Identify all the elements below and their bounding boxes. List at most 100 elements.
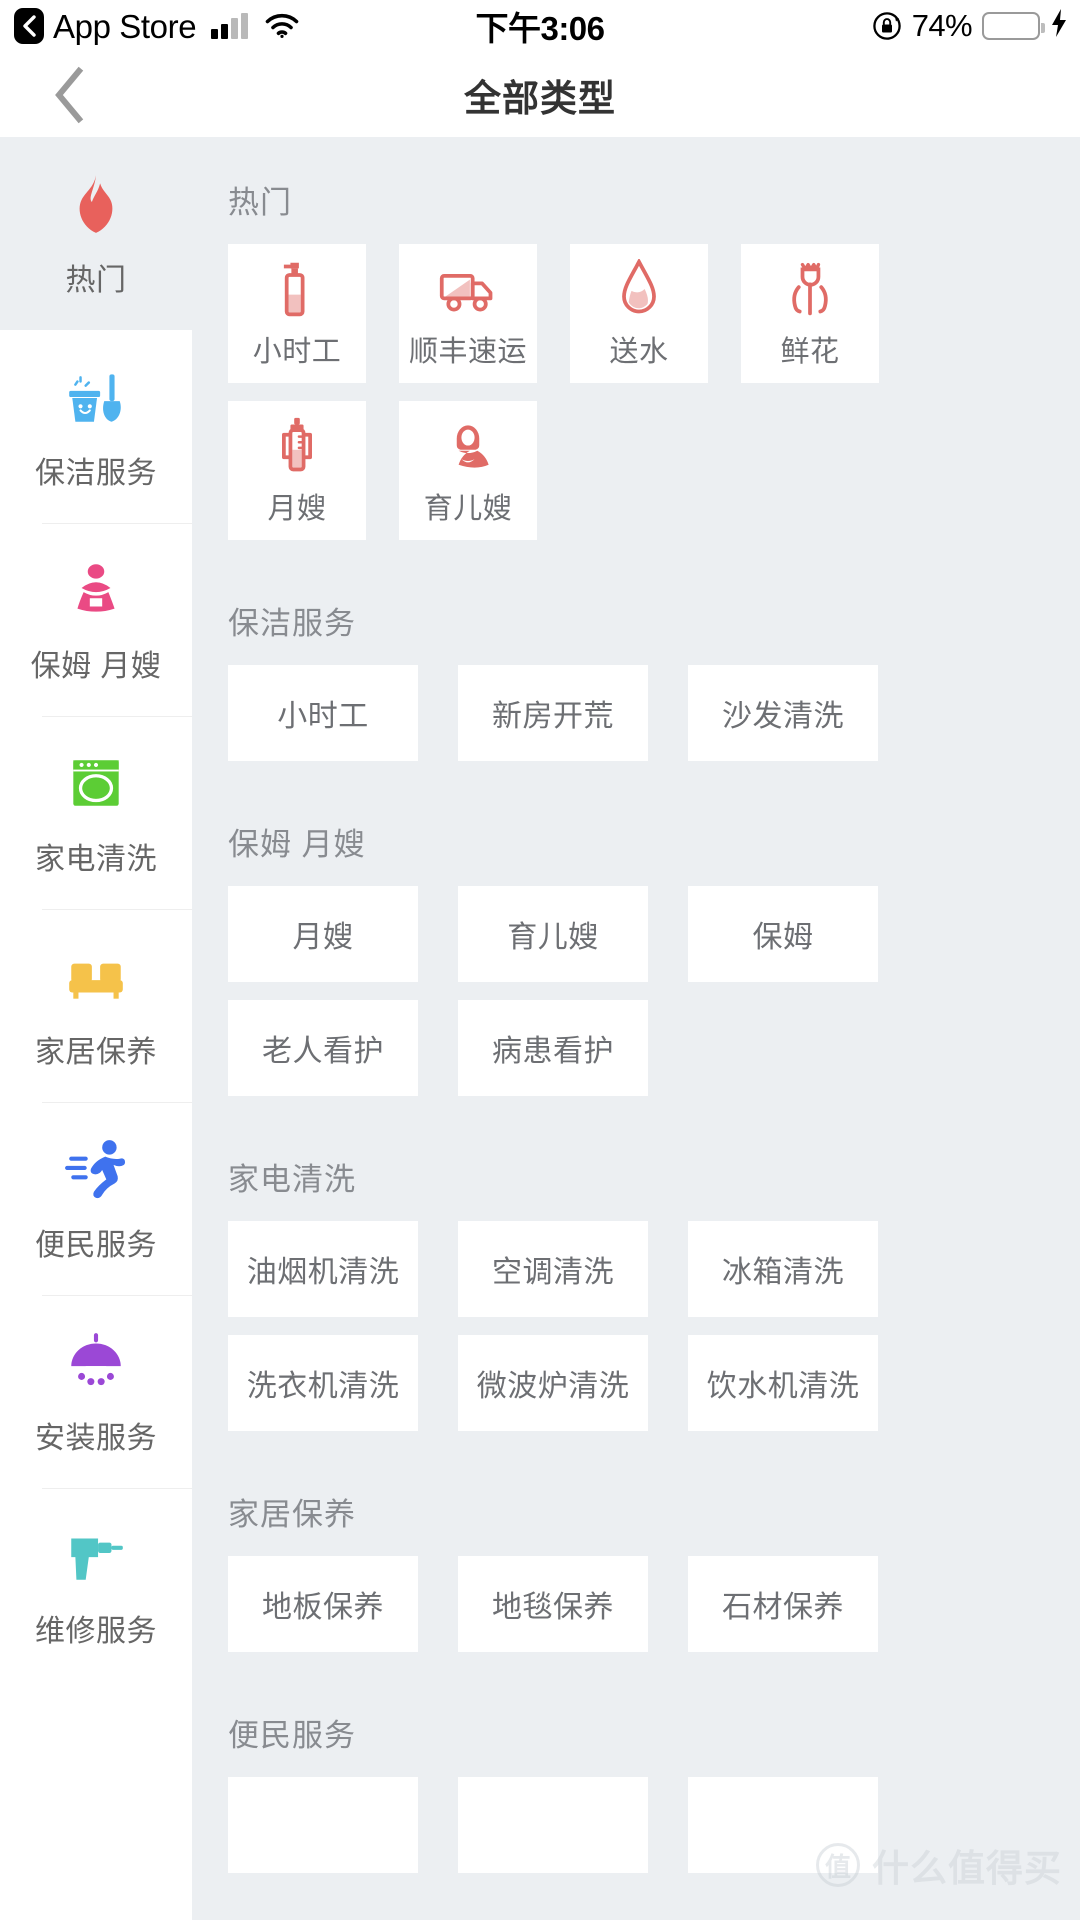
status-bar: 下午3:06 App Store 74% [0,0,1080,52]
category-card[interactable]: 饮水机清洗 [688,1335,878,1431]
category-card[interactable]: 顺丰速运 [399,244,537,383]
wifi-icon [265,13,299,39]
sidebar-item-label: 保洁服务 [35,456,157,490]
runner-icon [61,1134,131,1204]
sidebar-item-1[interactable]: 保洁服务 [0,330,192,523]
category-card[interactable]: 新房开荒 [458,665,648,761]
category-card[interactable]: 地板保养 [228,1556,418,1652]
sidebar-item-4[interactable]: 家居保养 [0,909,192,1102]
category-card[interactable]: 洗衣机清洗 [228,1335,418,1431]
nurse-person-icon [437,415,499,477]
category-card-label: 洗衣机清洗 [246,1370,400,1403]
category-card[interactable]: 空调清洗 [458,1221,648,1317]
section-grid [192,1777,1080,1891]
section-grid: 地板保养 地毯保养 石材保养 [192,1556,1080,1670]
category-card-label: 鲜花 [780,335,840,368]
sidebar-item-label: 保姆 月嫂 [30,649,162,683]
battery-icon [982,12,1045,40]
sidebar-item-0[interactable]: 热门 [0,137,192,330]
spray-bottle-icon [266,258,328,320]
shower-lamp-icon [61,1327,131,1397]
category-card-label: 地板保养 [262,1591,384,1624]
category-card-label: 小时工 [277,700,369,733]
category-card-label: 顺丰速运 [408,335,527,368]
section-grid: 小时工 顺丰速运 送水 鲜花月嫂 育儿嫂 [192,244,1080,558]
category-sidebar[interactable]: 热门保洁服务保姆 月嫂家电清洗家居保养便民服务安装服务维修服务 [0,137,192,1920]
category-card-label: 育儿嫂 [423,492,513,525]
sidebar-item-label: 维修服务 [35,1614,157,1648]
category-card-label: 石材保养 [722,1591,844,1624]
section-title: 家电清洗 [228,1162,356,1197]
category-card-label: 微波炉清洗 [476,1370,630,1403]
section-title: 保洁服务 [228,606,356,641]
sofa-icon [61,941,131,1011]
category-card-label: 月嫂 [292,921,354,954]
category-card-label: 新房开荒 [492,700,614,733]
category-content[interactable]: 热门 小时工 顺丰速运 送水 鲜花 月嫂 育儿嫂 保洁服务 小时工 新房开荒 沙发清洗 保姆 月嫂 月嫂… [192,137,1080,1920]
category-card-label: 送水 [609,335,669,368]
category-card-label: 小时工 [252,335,342,368]
category-card[interactable]: 月嫂 [228,886,418,982]
category-card[interactable]: 老人看护 [228,1000,418,1096]
category-card[interactable]: 沙发清洗 [688,665,878,761]
category-card[interactable]: 地毯保养 [458,1556,648,1652]
category-card-label: 月嫂 [267,492,327,525]
sidebar-item-label: 便民服务 [35,1228,157,1262]
sidebar-item-6[interactable]: 安装服务 [0,1295,192,1488]
status-bar-time: 下午3:06 [475,10,605,47]
sidebar-item-label: 家电清洗 [35,842,157,876]
category-card-label: 地毯保养 [492,1591,614,1624]
sidebar-item-label: 家居保养 [35,1035,157,1069]
drill-icon [61,1520,131,1590]
category-card[interactable]: 冰箱清洗 [688,1221,878,1317]
app-root: 下午3:06 App Store 74% 全部类型 热门 保洁服务 保姆 月嫂 … [0,0,1080,1920]
category-card-label: 空调清洗 [492,1256,614,1289]
sidebar-item-label: 安装服务 [35,1421,157,1455]
category-card-label: 油烟机清洗 [246,1256,400,1289]
sidebar-item-5[interactable]: 便民服务 [0,1102,192,1295]
category-card[interactable]: 育儿嫂 [399,401,537,540]
category-card-label: 老人看护 [262,1035,384,1068]
category-card[interactable] [228,1777,418,1873]
category-card[interactable] [688,1777,878,1873]
category-card[interactable]: 小时工 [228,665,418,761]
water-drop-icon [608,258,670,320]
body: 热门 保洁服务 保姆 月嫂 家电清洗 家居保养 便民服务 安装服务 维修服务 热门 小时工 顺丰速… [0,137,1080,1920]
flame-icon [61,169,131,239]
category-card[interactable]: 油烟机清洗 [228,1221,418,1317]
category-card[interactable]: 微波炉清洗 [458,1335,648,1431]
category-card[interactable]: 病患看护 [458,1000,648,1096]
category-card-label: 饮水机清洗 [706,1370,860,1403]
category-card[interactable]: 保姆 [688,886,878,982]
sidebar-item-2[interactable]: 保姆 月嫂 [0,523,192,716]
category-card[interactable]: 育儿嫂 [458,886,648,982]
flower-icon [779,258,841,320]
category-card[interactable]: 送水 [570,244,708,383]
page-title: 全部类型 [464,77,616,119]
category-card-label: 沙发清洗 [722,700,844,733]
category-card[interactable]: 鲜花 [741,244,879,383]
section-title: 热门 [228,185,292,220]
truck-icon [437,258,499,320]
section-title: 家居保养 [228,1497,356,1532]
category-card[interactable]: 月嫂 [228,401,366,540]
section-title: 保姆 月嫂 [228,827,366,862]
baby-bottle-icon [266,415,328,477]
section-grid: 月嫂 育儿嫂 保姆老人看护 病患看护 [192,886,1080,1114]
washing-machine-icon [61,748,131,818]
sidebar-item-label: 热门 [65,263,127,297]
category-card-label: 病患看护 [492,1035,614,1068]
bucket-broom-icon [61,362,131,432]
back-button[interactable] [34,52,106,137]
category-card[interactable] [458,1777,648,1873]
navigation-bar: 全部类型 [0,52,1080,137]
category-card-label: 保姆 [752,921,814,954]
chevron-left-icon [55,66,84,123]
sidebar-item-7[interactable]: 维修服务 [0,1488,192,1681]
category-card[interactable]: 石材保养 [688,1556,878,1652]
section-title: 便民服务 [228,1718,356,1753]
category-card[interactable]: 小时工 [228,244,366,383]
sidebar-item-3[interactable]: 家电清洗 [0,716,192,909]
category-card-label: 冰箱清洗 [722,1256,844,1289]
section-grid: 小时工 新房开荒 沙发清洗 [192,665,1080,779]
